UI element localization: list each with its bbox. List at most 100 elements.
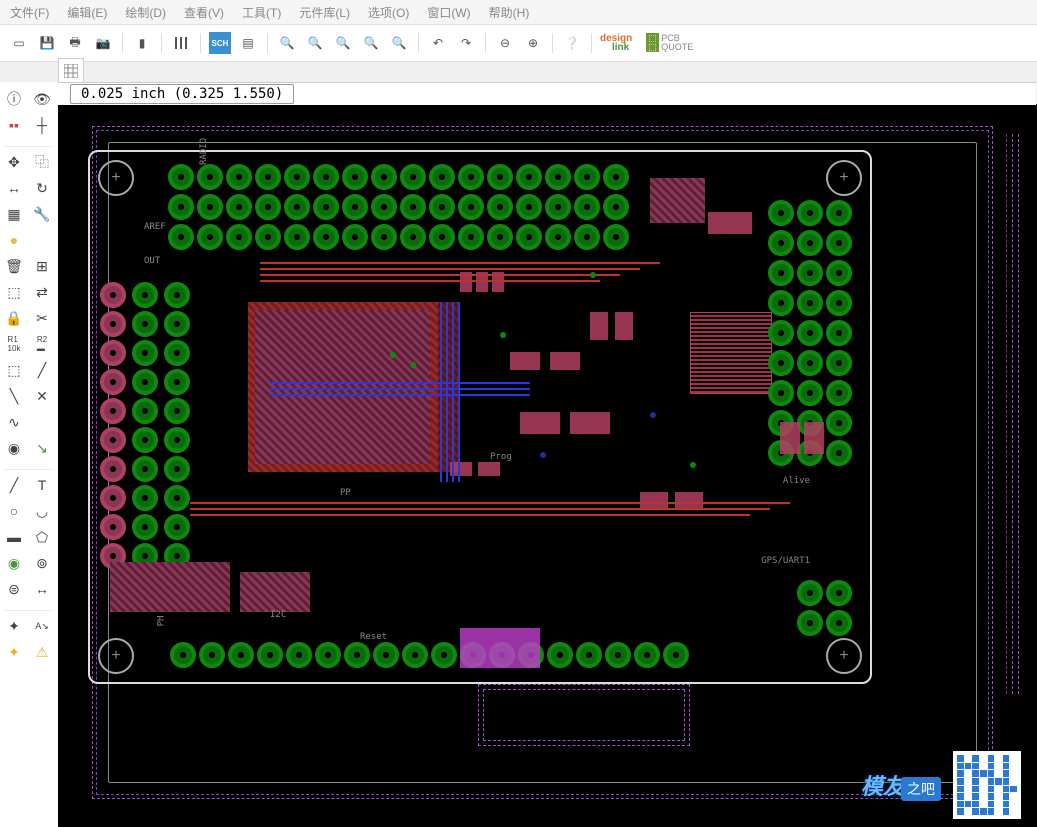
- header-left-col1: [100, 282, 126, 569]
- menu-library[interactable]: 元件库(L): [299, 4, 350, 21]
- add-tool[interactable]: ⊞: [28, 253, 56, 279]
- silk-pp: PP: [340, 488, 351, 498]
- wrench-tool[interactable]: 🔧: [28, 201, 56, 227]
- print-icon[interactable]: 🖶: [64, 32, 86, 54]
- line-tool[interactable]: ╲: [0, 383, 28, 409]
- watermark: 模友 之吧: [861, 751, 1021, 819]
- header-top: [168, 164, 629, 190]
- polygon-tool[interactable]: ⬠: [28, 524, 56, 550]
- zoom-window-icon[interactable]: 🔍: [360, 32, 382, 54]
- hole-tool[interactable]: ⊚: [28, 550, 56, 576]
- designlink-logo[interactable]: designlink: [600, 34, 632, 52]
- menu-draw[interactable]: 绘制(D): [125, 4, 166, 21]
- board-outline: AREF OUT RADIO Reset I2C PH PP Alive GPS…: [88, 150, 872, 684]
- r2-tool[interactable]: R2▬: [28, 331, 56, 357]
- redo-icon[interactable]: ↷: [455, 32, 477, 54]
- attr-tool[interactable]: ⊜: [0, 576, 28, 602]
- layer-tool[interactable]: ▪▪: [0, 112, 28, 138]
- layers-icon[interactable]: ▤: [237, 32, 259, 54]
- zoom-fit-icon[interactable]: 🔍: [332, 32, 354, 54]
- eye-tool[interactable]: 👁: [28, 86, 56, 112]
- zoom-in-icon[interactable]: 🔍: [304, 32, 326, 54]
- sch-icon[interactable]: SCH: [209, 32, 231, 54]
- menu-window[interactable]: 窗口(W): [427, 4, 470, 21]
- menu-file[interactable]: 文件(F): [10, 4, 49, 21]
- mount-hole: [98, 638, 134, 674]
- circle-tool[interactable]: ○: [0, 498, 28, 524]
- smash-tool[interactable]: ✂: [28, 305, 56, 331]
- coordinate-display: 0.025 inch (0.325 1.550): [70, 84, 294, 104]
- ic-qfn: [690, 312, 772, 394]
- minus-icon[interactable]: ⊖: [494, 32, 516, 54]
- cross-tool[interactable]: ┼: [28, 112, 56, 138]
- silk-out: OUT: [144, 256, 160, 266]
- silk-radio: RADIO: [199, 138, 209, 165]
- : [28, 409, 56, 435]
- err-tool[interactable]: ⚠: [28, 639, 56, 665]
- menubar: 文件(F) 编辑(E) 绘制(D) 查看(V) 工具(T) 元件库(L) 选项(…: [0, 0, 1037, 25]
- 3d-icon[interactable]: ▮: [131, 32, 153, 54]
- ripup-tool[interactable]: ✕: [28, 383, 56, 409]
- delete-tool[interactable]: 🗑: [0, 253, 28, 279]
- text-tool[interactable]: T: [28, 472, 56, 498]
- grid-toggle[interactable]: [58, 58, 84, 84]
- rats-tool[interactable]: ✦: [0, 613, 28, 639]
- left-toolbox: ⓘ👁 ▪▪┼ ✥⿻ ↔↻ ▦🔧 ● 🗑⊞ ⬚⇄ 🔒✂ R110kR2▬ ⬚╱ ╲…: [0, 82, 59, 827]
- menu-help[interactable]: 帮助(H): [489, 4, 530, 21]
- ic-tool[interactable]: ⬚: [0, 357, 28, 383]
- pcbquote-logo[interactable]: ⬚ PCB⬚ QUOTE: [646, 34, 693, 52]
- rect-tool[interactable]: ▬: [0, 524, 28, 550]
- header-bottom: [170, 642, 689, 668]
- erc-tool[interactable]: ✦: [0, 639, 28, 665]
- smd-block-bl: [110, 562, 230, 612]
- rotate-tool[interactable]: ↻: [28, 175, 56, 201]
- wire-tool[interactable]: ◉: [0, 435, 28, 461]
- silk-gps: GPS/UART1: [761, 556, 810, 566]
- bars-icon[interactable]: [170, 32, 192, 54]
- silk-alive: Alive: [783, 476, 810, 486]
- header-right: [768, 200, 852, 226]
- menu-options[interactable]: 选项(O): [368, 4, 409, 21]
- pcb-canvas[interactable]: AREF OUT RADIO Reset I2C PH PP Alive GPS…: [58, 104, 1037, 827]
- move-tool[interactable]: ✥: [0, 149, 28, 175]
- mount-hole: [826, 638, 862, 674]
- open-icon[interactable]: ▭: [8, 32, 30, 54]
- copy-tool[interactable]: ⿻: [28, 149, 56, 175]
- net-tool[interactable]: ↘: [28, 435, 56, 461]
- silk-prog: Prog: [490, 452, 512, 462]
- menu-edit[interactable]: 编辑(E): [67, 4, 107, 21]
- group-tool[interactable]: ▦: [0, 201, 28, 227]
- zoom-out-icon[interactable]: 🔍: [276, 32, 298, 54]
- info-tool[interactable]: ⓘ: [0, 86, 28, 112]
- silk-ph: PH: [156, 616, 166, 627]
- silk-i2c: I2C: [270, 610, 286, 620]
- qr-code-icon: [953, 751, 1021, 819]
- select-tool[interactable]: ●: [0, 227, 28, 253]
- lock-tool[interactable]: 🔒: [0, 305, 28, 331]
- menu-view[interactable]: 查看(V): [184, 4, 224, 21]
- arc-tool[interactable]: ◡: [28, 498, 56, 524]
- usb-connector: [460, 628, 540, 668]
- dim-tool[interactable]: ↔: [28, 576, 56, 602]
- undo-icon[interactable]: ↶: [427, 32, 449, 54]
- mirror-tool[interactable]: ↔: [0, 175, 28, 201]
- mount-hole: [826, 160, 862, 196]
- plus-icon[interactable]: ⊕: [522, 32, 544, 54]
- silk-aref: AREF: [144, 222, 166, 232]
- replace-tool[interactable]: ⬚: [0, 279, 28, 305]
- poly-tool[interactable]: ╱: [0, 472, 28, 498]
- silk-reset: Reset: [360, 632, 387, 642]
- cut-tool[interactable]: [28, 227, 56, 253]
- bottom-extension: [478, 684, 690, 746]
- cam-icon[interactable]: 📷: [92, 32, 114, 54]
- via-tool[interactable]: ◉: [0, 550, 28, 576]
- save-icon[interactable]: 💾: [36, 32, 58, 54]
- zoom-select-icon[interactable]: 🔍: [388, 32, 410, 54]
- help-icon[interactable]: ❔: [561, 32, 583, 54]
- r1-tool[interactable]: R110k: [0, 331, 28, 357]
- wave-tool[interactable]: ∿: [0, 409, 28, 435]
- menu-tools[interactable]: 工具(T): [242, 4, 281, 21]
- route-tool[interactable]: ╱: [28, 357, 56, 383]
- swap-tool[interactable]: ⇄: [28, 279, 56, 305]
- auto-tool[interactable]: A↘: [28, 613, 56, 639]
